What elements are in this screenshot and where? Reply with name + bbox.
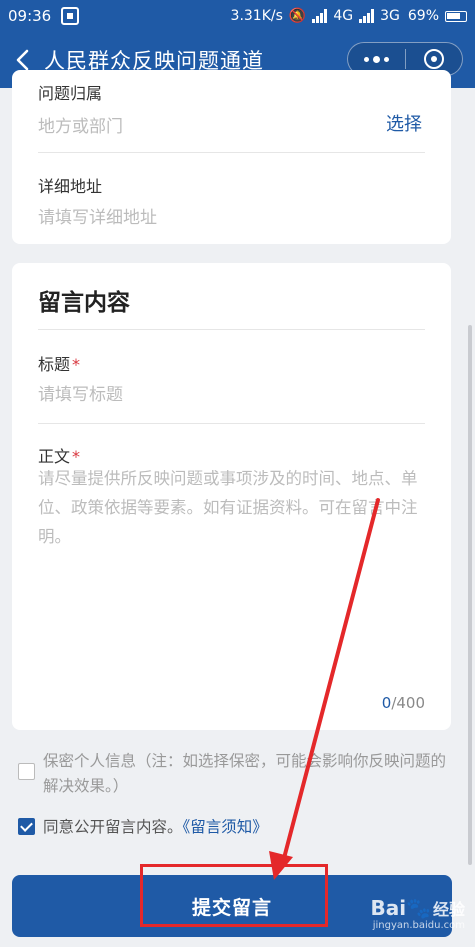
- ownership-label: 问题归属: [38, 84, 103, 103]
- battery-icon: [445, 10, 467, 22]
- notice-link[interactable]: 《留言须知》: [183, 818, 268, 836]
- signal-icon: [312, 9, 328, 23]
- divider: [38, 152, 425, 153]
- ownership-field[interactable]: 地方或部门: [38, 112, 123, 137]
- status-time: 09:36: [8, 7, 52, 25]
- status-bar: 09:36 3.31K/s 🔕 4G 3G 69%: [0, 0, 475, 32]
- scan-icon: [61, 7, 80, 25]
- mute-icon: 🔕: [288, 8, 307, 24]
- public-checkbox[interactable]: [18, 818, 35, 835]
- select-button[interactable]: 选择: [386, 110, 422, 136]
- privacy-text: 保密个人信息（注：如选择保密，可能会影响你反映问题的解决效果。）: [43, 752, 447, 795]
- divider: [38, 329, 425, 330]
- title-input[interactable]: 请填写标题: [38, 380, 123, 405]
- privacy-checkbox[interactable]: [18, 763, 35, 780]
- close-ring-icon: [423, 49, 444, 69]
- public-option[interactable]: 同意公开留言内容。《留言须知》: [18, 815, 268, 840]
- public-text: 同意公开留言内容。《留言须知》: [43, 818, 268, 836]
- watermark-brand: Bai🐾 经验: [370, 896, 465, 920]
- signal-icon-2: [359, 9, 375, 23]
- section-title: 留言内容: [38, 290, 130, 316]
- annotation-box: [140, 864, 328, 927]
- title-label: 标题 *: [38, 355, 81, 374]
- scrollbar[interactable]: [468, 325, 472, 865]
- divider: [38, 423, 425, 424]
- location-card: 问题归属 地方或部门 选择 详细地址 请填写详细地址: [12, 70, 451, 244]
- watermark-url: jingyan.baidu.com: [372, 920, 465, 931]
- required-mark: *: [72, 355, 81, 374]
- body-textarea[interactable]: 请尽量提供所反映问题或事项涉及的时间、地点、单位、政策依据等要素。如有证据资料。…: [38, 464, 428, 551]
- status-indicators: 3.31K/s 🔕 4G 3G 69%: [231, 8, 467, 24]
- watermark: Bai🐾 经验 jingyan.baidu.com: [370, 896, 465, 931]
- network-type-b: 3G: [380, 8, 400, 24]
- paw-icon: 🐾: [406, 896, 431, 920]
- network-type-a: 4G: [333, 8, 354, 24]
- message-card: 留言内容 标题 * 请填写标题 正文 * 请尽量提供所反映问题或事项涉及的时间、地点…: [12, 263, 451, 730]
- network-speed: 3.31K/s: [230, 8, 283, 24]
- privacy-option[interactable]: 保密个人信息（注：如选择保密，可能会影响你反映问题的解决效果。）: [18, 749, 458, 799]
- battery-percent: 69%: [407, 8, 439, 24]
- address-input[interactable]: 请填写详细地址: [38, 203, 157, 228]
- char-counter: 0/400: [381, 694, 425, 712]
- address-label: 详细地址: [38, 177, 103, 196]
- page: 09:36 3.31K/s 🔕 4G 3G 69% 人民群众反映问题通道 问题归…: [0, 0, 475, 947]
